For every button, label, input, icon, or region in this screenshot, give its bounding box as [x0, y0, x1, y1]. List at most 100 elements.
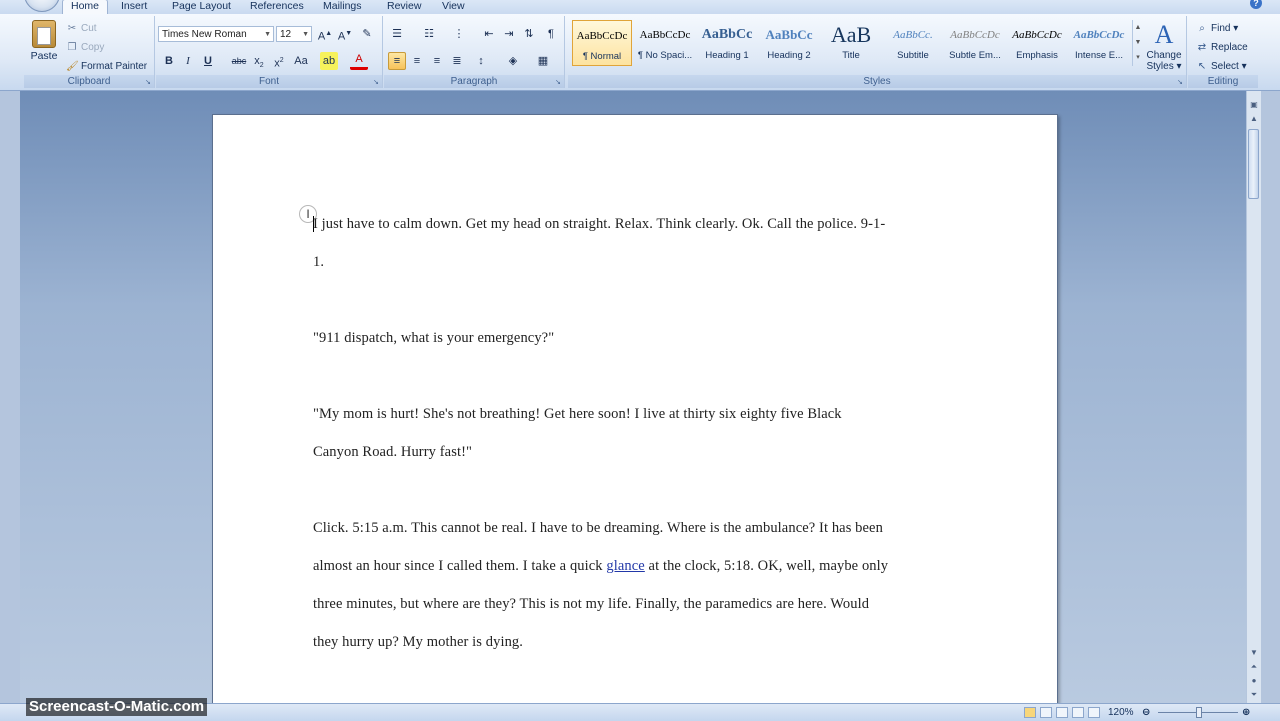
font-color-icon[interactable]: A [350, 52, 368, 70]
bold-button[interactable]: B [160, 52, 178, 70]
chevron-down-icon: ▼ [302, 31, 309, 38]
clipboard-launcher-icon[interactable]: ↘ [145, 79, 152, 86]
paragraph-launcher-icon[interactable]: ↘ [555, 79, 562, 86]
draft-view-icon[interactable] [1088, 707, 1100, 718]
tab-insert[interactable]: Insert [121, 0, 147, 14]
zoom-in-icon[interactable]: ⊕ [1242, 704, 1250, 721]
tab-mailings[interactable]: Mailings [323, 0, 362, 14]
align-right-icon[interactable]: ≡ [428, 52, 446, 70]
find-button[interactable]: ⌕ Find ▾ [1196, 21, 1238, 37]
tab-page-layout[interactable]: Page Layout [172, 0, 231, 14]
style-intense-emphasis[interactable]: AaBbCcDc Intense E... [1069, 20, 1129, 66]
cut-button[interactable]: ✂ Cut [66, 21, 97, 37]
next-page-icon[interactable]: ⏷ [1248, 689, 1260, 701]
zoom-out-icon[interactable]: ⊖ [1142, 704, 1150, 721]
font-size-combo[interactable]: 12 ▼ [276, 26, 312, 42]
font-group-label: Font [156, 75, 382, 88]
office-button[interactable] [24, 0, 60, 12]
style-subtitle[interactable]: AaBbCc. Subtitle [883, 20, 943, 66]
style-emphasis[interactable]: AaBbCcDc Emphasis [1007, 20, 1067, 66]
superscript-button[interactable]: x2 [270, 52, 288, 70]
clear-formatting-icon[interactable]: ✎ [358, 25, 376, 43]
ruler-toggle-icon[interactable]: ▣ [1248, 99, 1260, 111]
subscript-button[interactable]: x2 [250, 52, 268, 70]
change-styles-label-2: Styles ▾ [1146, 61, 1182, 72]
styles-gallery-scroll[interactable]: ▲ ▼ ▾ [1132, 20, 1143, 66]
font-size-value: 12 [280, 29, 292, 40]
paragraph-4[interactable]: Click. 5:15 a.m. This cannot be real. I … [313, 509, 963, 661]
numbering-icon[interactable]: ☷ [420, 25, 438, 43]
print-layout-view-icon[interactable] [1024, 707, 1036, 718]
format-painter-button[interactable]: 🖌 Format Painter [66, 59, 147, 75]
copy-icon: ❐ [67, 42, 77, 53]
align-left-icon[interactable]: ≡ [388, 52, 406, 70]
paragraph-2[interactable]: "911 dispatch, what is your emergency?" [313, 319, 963, 357]
highlight-icon[interactable]: ab [320, 52, 338, 70]
change-styles-button[interactable]: A Change Styles ▾ [1144, 20, 1184, 72]
select-label: Select [1211, 61, 1239, 72]
zoom-slider-thumb[interactable] [1196, 707, 1202, 718]
italic-button[interactable]: I [179, 52, 197, 70]
font-launcher-icon[interactable]: ↘ [373, 79, 380, 86]
shading-icon[interactable]: ◈ [504, 52, 522, 70]
line-spacing-icon[interactable]: ↕ [472, 52, 490, 70]
outline-view-icon[interactable] [1072, 707, 1084, 718]
select-button[interactable]: ↖ Select ▾ [1196, 59, 1247, 75]
style-sample: AaBbCc [765, 27, 813, 42]
style-sample: AaBbCc. [893, 29, 933, 41]
help-icon[interactable]: ? [1250, 0, 1262, 9]
tab-review[interactable]: Review [387, 0, 421, 14]
glance-link[interactable]: glance [606, 558, 644, 574]
style-heading-2[interactable]: AaBbCc Heading 2 [759, 20, 819, 66]
format-painter-label: Format Painter [81, 61, 148, 72]
paragraph-3[interactable]: "My mom is hurt! She's not breathing! Ge… [313, 395, 963, 471]
select-browse-object-icon[interactable]: ● [1248, 675, 1260, 687]
zoom-level[interactable]: 120% [1108, 704, 1134, 721]
increase-indent-icon[interactable]: ⇥ [500, 25, 518, 43]
copy-button[interactable]: ❐ Copy [66, 40, 105, 56]
paste-button[interactable]: Paste [28, 18, 60, 68]
scrollbar-thumb[interactable] [1248, 129, 1259, 199]
align-center-icon[interactable]: ≡ [408, 52, 426, 70]
vertical-scrollbar[interactable]: ▣ ▲ ▼ ⏶ ● ⏷ [1246, 91, 1261, 703]
font-name-combo[interactable]: Times New Roman ▼ [158, 26, 274, 42]
decrease-indent-icon[interactable]: ⇤ [480, 25, 498, 43]
text-line: I just have to calm down. Get my head on… [313, 216, 886, 232]
justify-icon[interactable]: ≣ [448, 52, 466, 70]
styles-launcher-icon[interactable]: ↘ [1177, 79, 1184, 86]
clipboard-group-label: Clipboard [24, 75, 154, 88]
strikethrough-button[interactable]: abc [230, 52, 248, 70]
tab-references[interactable]: References [250, 0, 304, 14]
ribbon: Paste ✂ Cut ❐ Copy 🖌 Format Painter Clipboa… [0, 14, 1280, 91]
style-title[interactable]: AaB Title [821, 20, 881, 66]
more-styles-icon[interactable]: ▾ [1133, 50, 1143, 65]
replace-button[interactable]: ⇄ Replace [1196, 40, 1248, 56]
style-no-spacing[interactable]: AaBbCcDc ¶ No Spaci... [635, 20, 695, 66]
change-case-button[interactable]: Aa [292, 52, 310, 70]
sort-icon[interactable]: ⇅ [520, 25, 538, 43]
style-subtle-emphasis[interactable]: AaBbCcDc Subtle Em... [945, 20, 1005, 66]
change-styles-label-text: Styles [1146, 61, 1174, 72]
style-heading-1[interactable]: AaBbCc Heading 1 [697, 20, 757, 66]
tab-view[interactable]: View [442, 0, 465, 14]
change-styles-icon: A [1154, 20, 1174, 49]
scroll-down-icon[interactable]: ▼ [1133, 35, 1143, 50]
document-page[interactable]: I I just have to calm down. Get my head … [212, 114, 1058, 716]
copy-label: Copy [81, 42, 105, 53]
scroll-down-icon[interactable]: ▼ [1248, 647, 1260, 659]
grow-font-button[interactable]: A▲ [316, 25, 334, 43]
borders-icon[interactable]: ▦ [534, 52, 552, 70]
scroll-up-icon[interactable]: ▲ [1133, 20, 1143, 35]
bullets-icon[interactable]: ☰ [388, 25, 406, 43]
paragraph-1[interactable]: I just have to calm down. Get my head on… [313, 205, 963, 281]
pilcrow-icon[interactable]: ¶ [542, 25, 560, 43]
scroll-up-icon[interactable]: ▲ [1248, 113, 1260, 125]
full-screen-reading-view-icon[interactable] [1040, 707, 1052, 718]
web-layout-view-icon[interactable] [1056, 707, 1068, 718]
shrink-font-button[interactable]: A▼ [336, 25, 354, 43]
multilevel-list-icon[interactable]: ⋮ [450, 25, 468, 43]
previous-page-icon[interactable]: ⏶ [1248, 661, 1260, 673]
style-name: ¶ Normal [582, 51, 622, 62]
style-normal[interactable]: AaBbCcDc ¶ Normal [572, 20, 632, 66]
underline-button[interactable]: U [199, 52, 217, 70]
